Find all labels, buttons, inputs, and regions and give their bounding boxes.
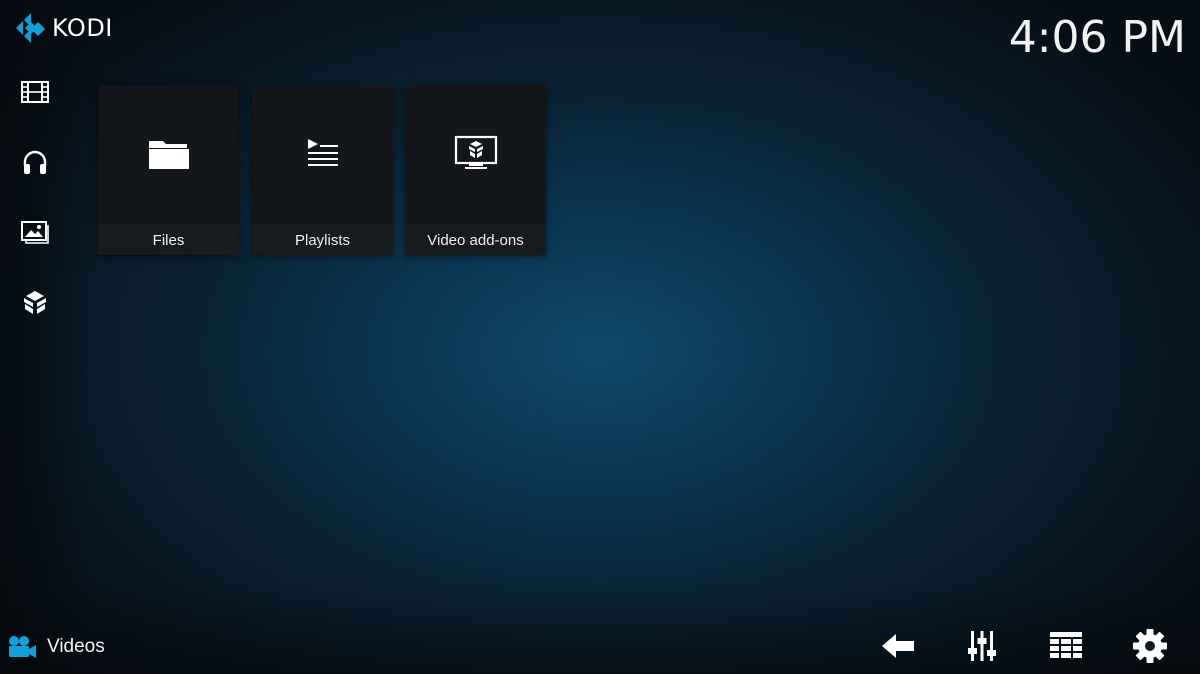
- music-headphones-icon: [23, 150, 47, 174]
- sidebar-item-music[interactable]: [20, 147, 50, 177]
- section-label: Videos: [47, 636, 105, 657]
- footer-shade: [0, 584, 1200, 674]
- addons-box-icon: [24, 291, 46, 314]
- folder-icon: [148, 141, 189, 169]
- pictures-icon: [21, 221, 49, 244]
- clock: 4:06 PM: [1008, 12, 1186, 63]
- movies-film-icon: [21, 81, 49, 103]
- back-arrow-icon: [882, 634, 914, 658]
- settings-gear-icon: [1133, 629, 1167, 663]
- tile-files[interactable]: Files: [98, 85, 239, 255]
- section-indicator: Videos: [7, 634, 105, 660]
- video-camera-icon: [9, 636, 36, 658]
- tile-label-files: Files: [152, 231, 185, 249]
- options-button[interactable]: [962, 626, 1002, 666]
- tile-label-video-addons: Video add-ons: [427, 231, 524, 249]
- sidebar-item-pictures[interactable]: [20, 217, 50, 247]
- tile-icon-wrap: [98, 133, 239, 173]
- tile-label-bar: Video add-ons: [405, 225, 546, 255]
- sliders-icon: [968, 631, 996, 661]
- tile-icon-wrap: [252, 133, 393, 173]
- logo-text: KODI: [52, 14, 113, 42]
- tile-video-addons[interactable]: Video add-ons: [405, 85, 546, 255]
- tile-label-bar: Playlists: [252, 225, 393, 255]
- tile-icon-wrap: [405, 133, 546, 173]
- sidebar-item-movies[interactable]: [20, 77, 50, 107]
- grid-view-icon: [1050, 632, 1082, 658]
- back-button[interactable]: [878, 626, 918, 666]
- tile-playlists[interactable]: Playlists: [252, 85, 393, 255]
- view-mode-button[interactable]: [1046, 626, 1086, 666]
- tile-label-bar: Files: [98, 225, 239, 255]
- kodi-logo-icon: [16, 13, 45, 43]
- settings-button[interactable]: [1130, 626, 1170, 666]
- kodi-logo[interactable]: KODI: [14, 12, 113, 44]
- kodi-home-screen: KODI 4:06 PM Files Playlists Video add-o…: [0, 0, 1200, 674]
- tile-label-playlists: Playlists: [294, 231, 350, 249]
- video-addons-icon: [454, 135, 497, 169]
- sidebar-item-addons[interactable]: [20, 287, 50, 317]
- playlist-icon: [307, 139, 338, 166]
